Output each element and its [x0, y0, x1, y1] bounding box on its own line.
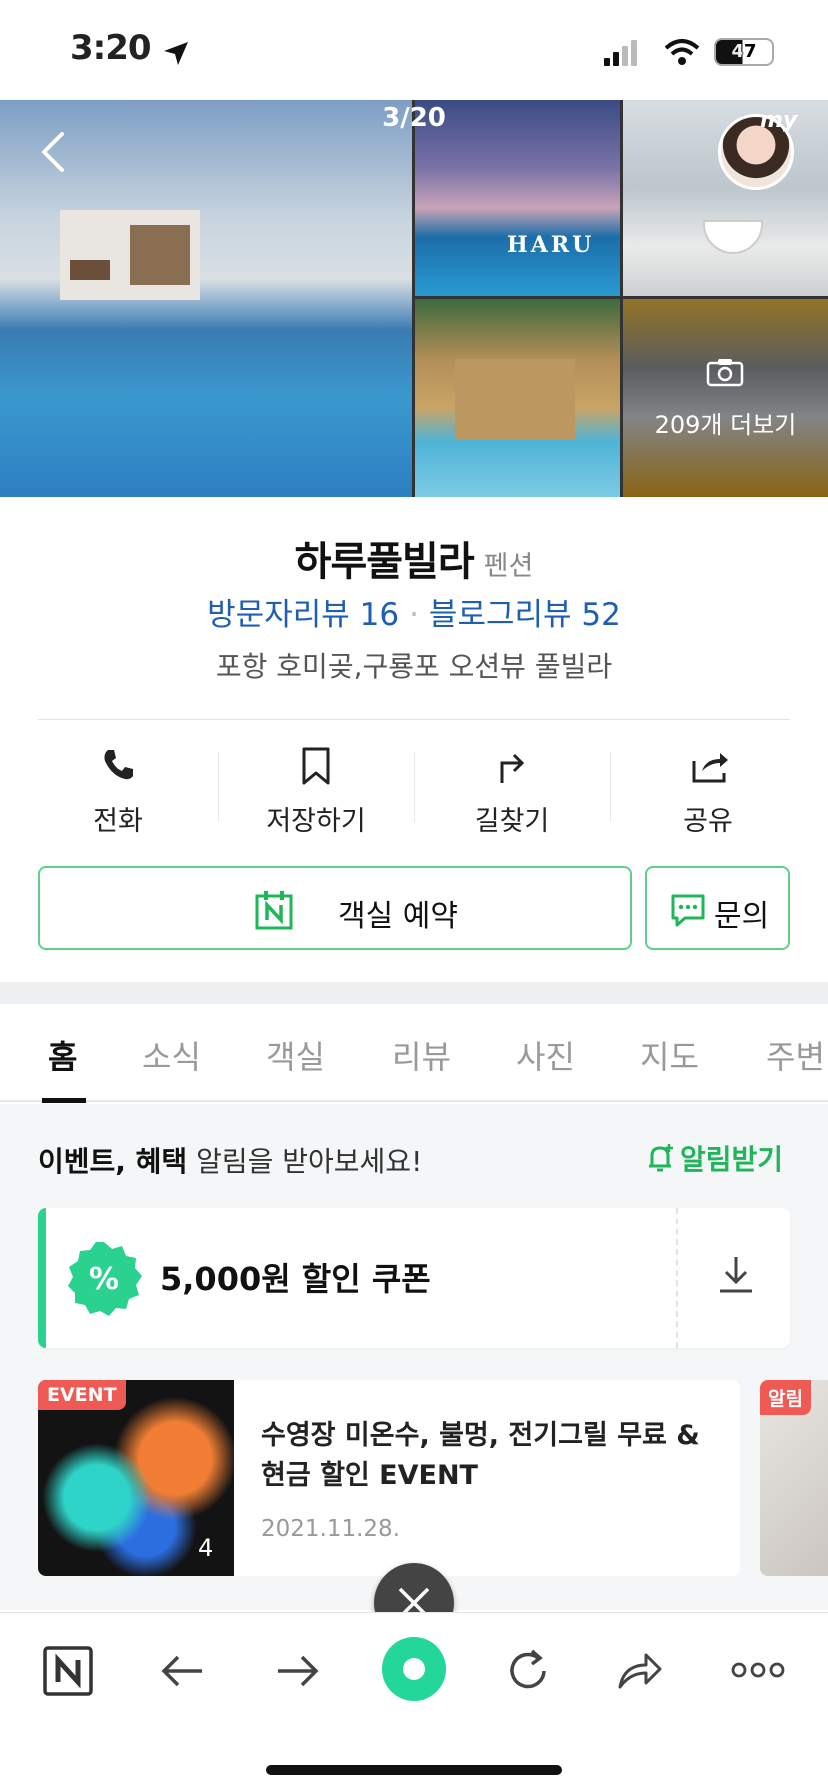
- coupon-card[interactable]: % 5,000원 할인 쿠폰: [38, 1208, 790, 1348]
- directions-icon: [500, 753, 525, 783]
- refresh-icon[interactable]: [504, 1647, 552, 1695]
- directions-button[interactable]: 길찾기: [418, 737, 606, 837]
- review-links: 방문자리뷰 16 · 블로그리뷰 52: [207, 597, 621, 633]
- save-label: 저장하기: [266, 806, 366, 837]
- coupon-accent-bar: [38, 1208, 46, 1348]
- active-tab-indicator: [42, 1098, 86, 1103]
- event-thumbnail: EVENT 4: [38, 1380, 234, 1576]
- tab-news[interactable]: 소식: [142, 1032, 201, 1078]
- more-photos-link[interactable]: 209개 더보기: [623, 405, 828, 440]
- inquiry-button[interactable]: 문의: [645, 866, 790, 950]
- naver-home-icon[interactable]: [42, 1645, 94, 1697]
- event-date: 2021.11.28.: [261, 1516, 400, 1542]
- share-button[interactable]: 공유: [614, 737, 802, 837]
- action-divider: [610, 752, 611, 822]
- event-badge: EVENT: [38, 1380, 126, 1410]
- coupon-divider: [676, 1208, 678, 1348]
- action-divider: [414, 752, 415, 822]
- coupon-label: 5,000원 할인 쿠폰: [160, 1260, 431, 1298]
- share-arrow-icon[interactable]: [616, 1649, 664, 1693]
- forward-icon[interactable]: [276, 1653, 320, 1689]
- call-button[interactable]: 전화: [24, 737, 212, 837]
- gallery-photo-4[interactable]: [415, 299, 620, 497]
- notice-card[interactable]: 알림: [760, 1380, 828, 1576]
- home-feed: 이벤트, 혜택 알림을 받아보세요! 알림받기 % 5,000원 할인 쿠폰 E…: [0, 1104, 828, 1610]
- home-indicator: [266, 1765, 562, 1775]
- tab-photos[interactable]: 사진: [516, 1032, 575, 1078]
- room-reservation-button[interactable]: 객실 예약: [38, 866, 632, 950]
- event-title: 수영장 미온수, 불멍, 전기그릴 무료 & 현금 할인 EVENT: [261, 1420, 700, 1491]
- share-label: 공유: [683, 806, 733, 837]
- title-row: 하루풀빌라 펜션: [0, 529, 828, 587]
- bell-plus-icon: [649, 1144, 673, 1172]
- subscribe-alert-button[interactable]: 알림받기: [644, 1138, 783, 1178]
- directions-label: 길찾기: [474, 806, 550, 837]
- alert-prompt-rest: 알림을 받아보세요!: [187, 1145, 423, 1178]
- status-time: 3:20: [70, 28, 152, 68]
- green-dot-icon[interactable]: [380, 1635, 448, 1703]
- place-name: 하루풀빌라: [294, 539, 475, 585]
- browser-toolbar: [0, 1612, 828, 1792]
- place-category: 펜션: [483, 551, 534, 582]
- inquiry-label: 문의: [714, 899, 770, 934]
- battery-level: 47: [731, 41, 757, 62]
- photo-caption: HARU: [507, 232, 595, 258]
- svg-text:%: %: [89, 1262, 119, 1297]
- gallery-counter: 3/20: [382, 103, 446, 133]
- gallery-photo-5[interactable]: [623, 299, 828, 497]
- tab-rooms[interactable]: 객실: [266, 1032, 325, 1078]
- chat-icon: [671, 894, 705, 927]
- subscribe-alert-label: 알림받기: [680, 1143, 784, 1176]
- percent-badge-icon: %: [68, 1242, 142, 1316]
- event-image-count: 4: [198, 1534, 214, 1562]
- share-icon: [692, 753, 728, 783]
- status-bar: 3:20 47: [0, 0, 828, 100]
- section-gap: [0, 982, 828, 1004]
- alert-prompt: 이벤트, 혜택 알림을 받아보세요!: [38, 1140, 422, 1180]
- tab-bar: 홈 소식 객실 리뷰 사진 지도 주변: [0, 1004, 828, 1102]
- blog-reviews-link[interactable]: 블로그리뷰 52: [429, 597, 621, 633]
- bookmark-icon: [302, 747, 330, 785]
- call-label: 전화: [93, 806, 143, 837]
- download-icon[interactable]: [714, 1253, 758, 1297]
- phone-icon: [104, 750, 133, 780]
- back-arrow-icon[interactable]: [34, 128, 74, 176]
- location-arrow-icon: [164, 42, 188, 65]
- tab-reviews[interactable]: 리뷰: [392, 1032, 451, 1078]
- battery-icon: 47: [714, 38, 774, 66]
- naver-calendar-icon: [255, 891, 293, 930]
- event-card[interactable]: EVENT 4 수영장 미온수, 불멍, 전기그릴 무료 & 현금 할인 EVE…: [38, 1380, 740, 1576]
- reserve-label: 객실 예약: [338, 899, 458, 934]
- notice-badge: 알림: [760, 1380, 811, 1415]
- my-label: my: [760, 108, 798, 133]
- wifi-icon: [664, 39, 700, 65]
- tab-map[interactable]: 지도: [640, 1032, 699, 1078]
- action-divider: [218, 752, 219, 822]
- more-menu-icon[interactable]: [730, 1661, 786, 1679]
- divider: [38, 719, 790, 720]
- back-icon[interactable]: [160, 1653, 204, 1689]
- tab-nearby[interactable]: 주변: [766, 1032, 825, 1078]
- alert-prompt-bold: 이벤트, 혜택: [38, 1145, 188, 1178]
- signal-icon: [604, 40, 637, 66]
- tab-home[interactable]: 홈: [48, 1032, 77, 1078]
- save-button[interactable]: 저장하기: [222, 737, 410, 837]
- visitor-reviews-link[interactable]: 방문자리뷰 16: [207, 597, 399, 633]
- camera-icon: [706, 359, 744, 387]
- place-description: 포항 호미곶,구룡포 오션뷰 풀빌라: [215, 650, 613, 683]
